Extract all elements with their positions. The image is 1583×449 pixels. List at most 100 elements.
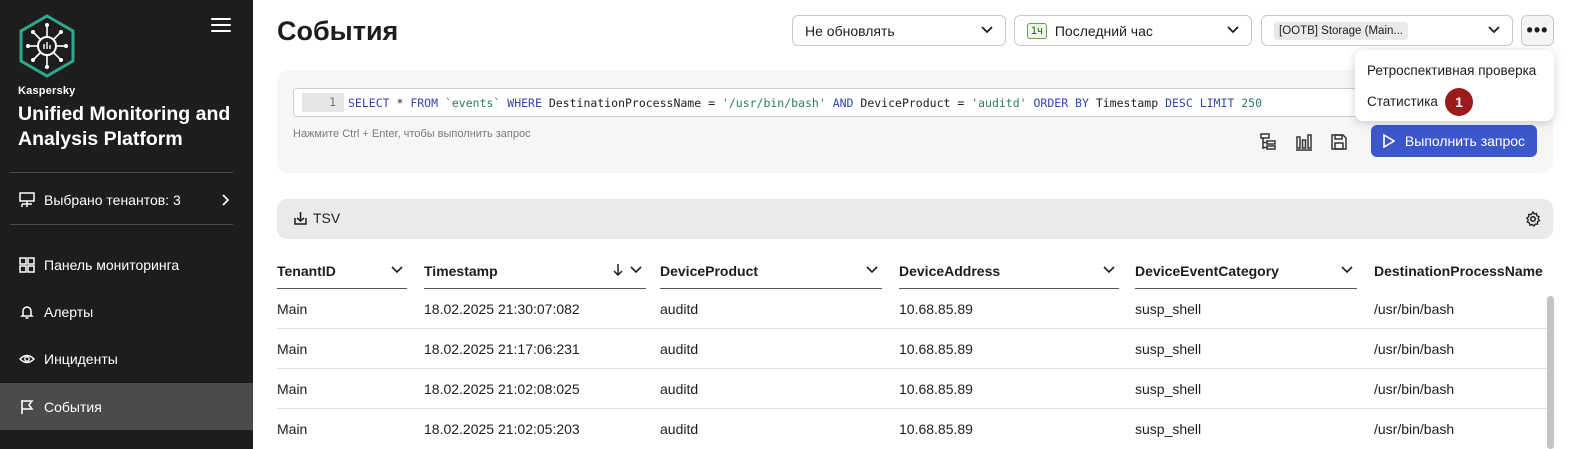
query-hint: Нажмите Ctrl + Enter, чтобы выполнить за… [293, 128, 531, 140]
column-header-label: DeviceProduct [660, 262, 759, 279]
menu-item-retroscan[interactable]: Ретроспективная проверка [1367, 63, 1536, 78]
storage-select[interactable]: [OOTB] Storage (Main... [1261, 15, 1513, 46]
column-header-deviceproduct[interactable]: DeviceProduct [660, 253, 882, 289]
sidebar-item-dashboard[interactable]: Панель мониторинга [0, 241, 253, 288]
table-row[interactable]: Main 18.02.2025 21:30:07:082 auditd 10.6… [277, 289, 1553, 329]
run-query-label: Выполнить запрос [1404, 133, 1526, 149]
sidebar-item-label: Инциденты [44, 350, 118, 367]
table-cell: 18.02.2025 21:17:06:231 [424, 341, 580, 357]
column-header-deviceeventcategory[interactable]: DeviceEventCategory [1135, 253, 1357, 289]
play-icon [1383, 134, 1395, 148]
table-cell: auditd [660, 381, 699, 397]
table-cell: 18.02.2025 21:02:08:025 [424, 381, 580, 397]
sidebar-item-label: События [44, 398, 102, 415]
more-actions-button[interactable]: ••• [1521, 15, 1554, 46]
chevron-down-icon[interactable] [630, 264, 642, 276]
menu-toggle-icon[interactable] [211, 18, 231, 34]
column-header-label: DestinationProcessName [1374, 263, 1543, 279]
sql-table: `events` [438, 95, 508, 110]
page-title: События [277, 16, 399, 46]
time-period-value: Последний час [1054, 22, 1153, 39]
sql-keyword: ORDER BY [1026, 95, 1096, 110]
more-dots-icon: ••• [1526, 20, 1549, 40]
results-toolbar: TSV [277, 199, 1553, 239]
table-cell: 10.68.85.89 [899, 381, 973, 397]
period-badge: 1ч [1027, 22, 1047, 39]
table-scrollbar[interactable] [1547, 296, 1554, 449]
tree-structure-icon[interactable] [1258, 132, 1278, 152]
sidebar-item-label: Алерты [44, 303, 94, 320]
column-header-label: DeviceAddress [899, 262, 1001, 279]
sidebar-item-incidents[interactable]: Инциденты [0, 335, 253, 382]
column-header-label: Timestamp [424, 262, 498, 279]
sql-keyword: AND [825, 95, 861, 110]
line-number: 1 [302, 93, 344, 112]
sql-query-text: SELECT * FROM `events` WHERE Destination… [348, 96, 1262, 110]
column-header-tenantid[interactable]: TenantID [277, 253, 407, 289]
table-cell: auditd [660, 341, 699, 357]
sidebar: Kaspersky Unified Monitoring and Analysi… [0, 0, 253, 449]
sidebar-item-alerts[interactable]: Алерты [0, 288, 253, 335]
column-header-timestamp[interactable]: Timestamp [424, 253, 646, 289]
sql-keyword: LIMIT [1192, 95, 1242, 110]
bell-icon [18, 303, 36, 321]
table-cell: Main [277, 301, 308, 317]
chevron-down-icon [981, 26, 993, 34]
sql-keyword: FROM [410, 95, 439, 110]
chevron-down-icon [1227, 26, 1239, 34]
table-row[interactable]: Main 18.02.2025 21:02:08:025 auditd 10.6… [277, 369, 1553, 409]
table-cell: Main [277, 381, 308, 397]
product-title: Unified Monitoring and Analysis Platform [18, 103, 231, 150]
chevron-down-icon[interactable] [1341, 264, 1353, 276]
statistics-chart-icon[interactable] [1294, 132, 1314, 152]
sql-token: Timestamp [1095, 95, 1166, 110]
brand-vendor: Kaspersky [18, 85, 76, 97]
sql-token: * [389, 95, 411, 110]
save-icon[interactable] [1329, 132, 1349, 152]
export-tsv-button[interactable]: TSV [293, 210, 340, 226]
column-header-deviceaddress[interactable]: DeviceAddress [899, 253, 1119, 289]
table-cell: 10.68.85.89 [899, 421, 973, 437]
sort-desc-icon[interactable] [612, 263, 624, 277]
table-row[interactable]: Main 18.02.2025 21:02:05:203 auditd 10.6… [277, 409, 1553, 449]
dashboard-icon [18, 256, 36, 274]
chevron-down-icon[interactable] [1103, 264, 1115, 276]
tenant-selector[interactable]: Выбрано тенантов: 3 [0, 186, 253, 214]
table-cell: susp_shell [1135, 421, 1202, 437]
table-cell: 18.02.2025 21:02:05:203 [424, 421, 580, 437]
chevron-down-icon [1488, 26, 1500, 34]
gear-icon[interactable] [1525, 211, 1541, 227]
sql-string: 'auditd' [971, 95, 1027, 110]
sidebar-divider [10, 224, 233, 225]
sql-token: DestinationProcessName = [541, 95, 722, 110]
storage-chip: [OOTB] Storage (Main... [1274, 21, 1408, 40]
run-query-button[interactable]: Выполнить запрос [1371, 125, 1537, 157]
sql-string: '/usr/bin/bash' [721, 95, 826, 110]
sidebar-item-events[interactable]: События [0, 383, 253, 430]
table-row[interactable]: Main 18.02.2025 21:17:06:231 auditd 10.6… [277, 329, 1553, 369]
tenant-selector-label: Выбрано тенантов: 3 [44, 192, 181, 208]
column-header-label: DeviceEventCategory [1135, 262, 1279, 279]
time-period-select[interactable]: 1ч Последний час [1014, 15, 1252, 46]
tenants-icon [19, 192, 35, 207]
sidebar-item-label: Панель мониторинга [44, 256, 180, 273]
table-cell: /usr/bin/bash [1374, 381, 1455, 397]
query-editor[interactable]: 1 SELECT * FROM `events` WHERE Destinati… [293, 88, 1368, 117]
column-header-destinationprocessname[interactable]: DestinationProcessName [1374, 253, 1553, 289]
step-marker-badge: 1 [1445, 88, 1473, 116]
menu-item-statistics[interactable]: Статистика [1367, 94, 1438, 109]
table-cell: Main [277, 421, 308, 437]
main-content: События Не обновлять 1ч Последний час [O… [253, 0, 1583, 449]
sql-keyword: DESC [1165, 95, 1193, 110]
chevron-down-icon[interactable] [391, 264, 403, 276]
kuma-logo-icon [19, 14, 75, 78]
refresh-interval-select[interactable]: Не обновлять [792, 15, 1006, 46]
column-header-label: TenantID [277, 262, 336, 279]
chevron-down-icon[interactable] [866, 264, 878, 276]
table-cell: auditd [660, 421, 699, 437]
sql-number: 250 [1241, 95, 1263, 110]
table-cell: auditd [660, 301, 699, 317]
refresh-interval-value: Не обновлять [805, 22, 895, 39]
table-cell: susp_shell [1135, 341, 1202, 357]
table-cell: 10.68.85.89 [899, 341, 973, 357]
